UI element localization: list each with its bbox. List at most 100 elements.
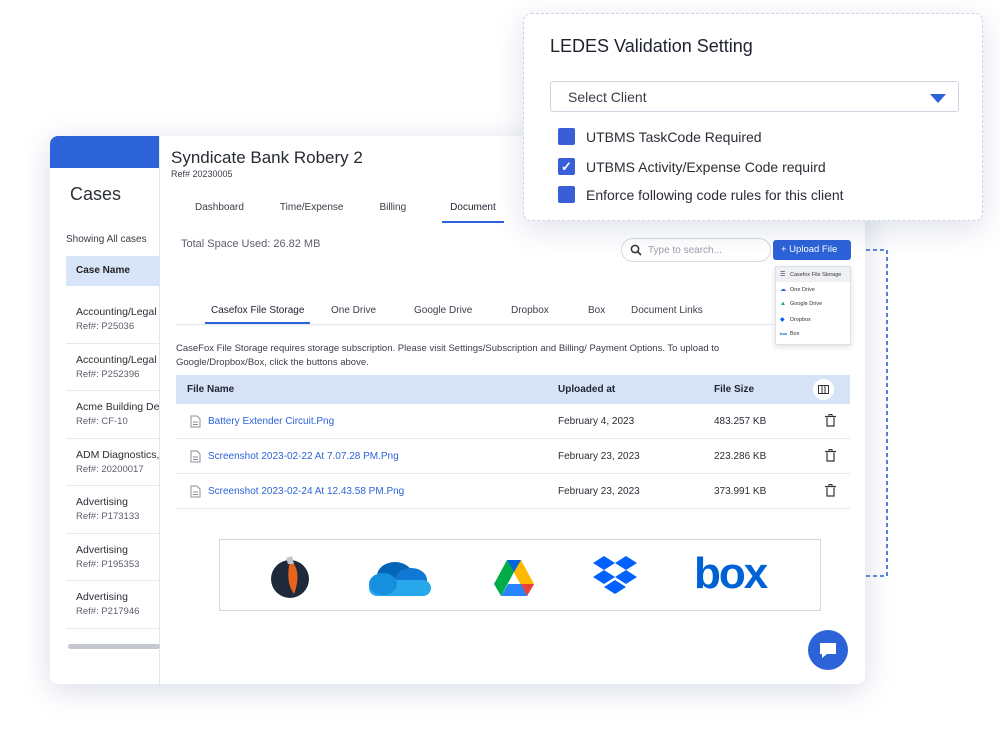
file-icon [190,450,201,468]
search-icon [630,244,642,259]
columns-icon [818,385,829,394]
cases-sidebar: Cases Showing All cases Case Name Accoun… [50,136,160,684]
file-name-link[interactable]: Battery Extender Circuit.Png [208,416,334,427]
list-item[interactable]: Acme Building De Ref#: CF-10 [66,391,160,439]
case-ref: Ref#: 20200017 [76,463,144,475]
menu-item-label: Google Drive [790,301,823,307]
case-ref: Ref#: P195353 [76,558,140,570]
case-name: ADM Diagnostics, [76,448,160,461]
case-name: Accounting/Legal [76,353,157,366]
option-label: Enforce following code rules for this cl… [586,187,844,203]
menu-item-onedrive[interactable]: ☁ One Drive [776,282,850,297]
casefox-logo-icon[interactable] [268,554,312,600]
case-list: Accounting/Legal Ref#: P25036 Accounting/… [66,296,160,629]
case-name: Advertising [76,543,128,556]
client-select[interactable]: Select Client [550,81,959,112]
search-input[interactable]: Type to search... [621,238,771,262]
case-ref-number: Ref# 20230005 [171,169,233,179]
file-name-link[interactable]: Screenshot 2023-02-24 At 12.43.58 PM.Png [208,486,404,497]
tab-dashboard[interactable]: Dashboard [195,198,244,223]
box-logo-icon[interactable]: box [694,550,768,598]
case-name: Acme Building De [76,401,160,413]
table-row: Battery Extender Circuit.Png February 4,… [176,404,850,439]
tab-one-drive[interactable]: One Drive [331,305,376,316]
tab-time-expense[interactable]: Time/Expense [280,198,344,223]
list-item[interactable]: ADM Diagnostics, Ref#: 20200017 [66,439,160,486]
menu-item-label: Dropbox [790,317,811,323]
uploaded-date: February 23, 2023 [558,451,640,462]
checkbox-checked[interactable]: ✓ [558,158,575,175]
file-icon [190,415,201,433]
google-drive-icon[interactable] [492,558,536,598]
option-label: UTBMS Activity/Expense Code requird [586,159,826,175]
onedrive-icon[interactable] [365,558,435,598]
upload-menu: ☰ Casefox File Storage ☁ One Drive ▲ Google… [775,266,851,345]
tab-google-drive[interactable]: Google Drive [414,305,472,316]
dropbox-icon: ◆ [780,317,785,323]
case-ref: Ref#: P25036 [76,321,135,332]
page-title: Syndicate Bank Robery 2 [171,148,363,167]
tab-document[interactable]: Document [442,198,504,223]
dropbox-icon[interactable] [592,552,638,598]
upload-file-button[interactable]: + Upload File [773,240,851,260]
trash-icon[interactable] [825,414,836,432]
list-icon: ☰ [780,272,786,278]
col-file-size[interactable]: File Size [714,384,754,395]
tab-dropbox[interactable]: Dropbox [511,305,549,316]
case-name-header[interactable]: Case Name [66,256,160,286]
case-ref: Ref#: P173133 [76,511,140,522]
file-icon [190,485,201,503]
table-row: Screenshot 2023-02-22 At 7.07.28 PM.Png … [176,439,850,474]
col-file-name[interactable]: File Name [187,384,234,395]
box-icon: box [780,331,788,336]
sidebar-header-bar [50,136,159,168]
checkbox[interactable] [558,128,575,145]
sidebar-title: Cases [70,184,122,204]
list-item[interactable]: Accounting/Legal Ref#: P25036 [66,296,160,344]
option-label: UTBMS TaskCode Required [586,129,762,145]
horizontal-scrollbar[interactable] [68,644,160,649]
storage-tabs: Casefox File Storage One Drive Google Dr… [176,303,776,325]
column-settings-button[interactable] [813,379,834,400]
menu-item-googledrive[interactable]: ▲ Google Drive [776,297,850,312]
tab-casefox-storage[interactable]: Casefox File Storage [205,305,311,324]
menu-item-label: Box [790,331,800,337]
uploaded-date: February 23, 2023 [558,486,640,497]
list-item[interactable]: Advertising Ref#: P217946 [66,581,160,629]
col-uploaded-at[interactable]: Uploaded at [558,384,615,395]
list-item[interactable]: Advertising Ref#: P195353 [66,534,160,581]
case-tabs: Dashboard Time/Expense Billing Document [171,198,540,223]
checkbox[interactable] [558,186,575,203]
table-row: Screenshot 2023-02-24 At 12.43.58 PM.Png… [176,474,850,509]
trash-icon[interactable] [825,449,836,467]
file-size: 223.286 KB [714,451,767,462]
storage-providers-panel: box [219,539,821,611]
case-name: Accounting/Legal [76,306,157,318]
tab-document-links[interactable]: Document Links [631,305,703,316]
menu-item-dropbox[interactable]: ◆ Dropbox [776,312,850,327]
menu-item-label: Casefox File Storage [790,272,842,278]
file-size: 373.991 KB [714,486,767,497]
total-space-label: Total Space Used: 26.82 MB [181,238,321,250]
uploaded-date: February 4, 2023 [558,416,635,427]
case-ref: Ref#: P252396 [76,368,140,380]
file-name-link[interactable]: Screenshot 2023-02-22 At 7.07.28 PM.Png [208,451,399,462]
chat-button[interactable] [808,630,848,670]
list-item[interactable]: Advertising Ref#: P173133 [66,486,160,534]
panel-title: LEDES Validation Setting [550,36,753,56]
menu-item-box[interactable]: box Box [776,327,850,342]
case-name: Advertising [76,591,128,603]
storage-notice: CaseFox File Storage requires storage su… [176,343,720,368]
tab-box[interactable]: Box [588,305,605,316]
case-ref: Ref#: CF-10 [76,416,128,427]
showing-label: Showing All cases [66,234,147,245]
tab-billing[interactable]: Billing [379,198,406,223]
menu-item-label: One Drive [790,287,815,293]
list-item[interactable]: Accounting/Legal Ref#: P252396 [66,344,160,391]
cloud-icon: ☁ [780,287,786,293]
menu-item-casefox[interactable]: ☰ Casefox File Storage [776,267,850,282]
ledes-settings-panel: LEDES Validation Setting Select Client U… [523,13,983,221]
case-ref: Ref#: P217946 [76,606,140,617]
trash-icon[interactable] [825,484,836,502]
table-header: File Name Uploaded at File Size [176,375,850,404]
